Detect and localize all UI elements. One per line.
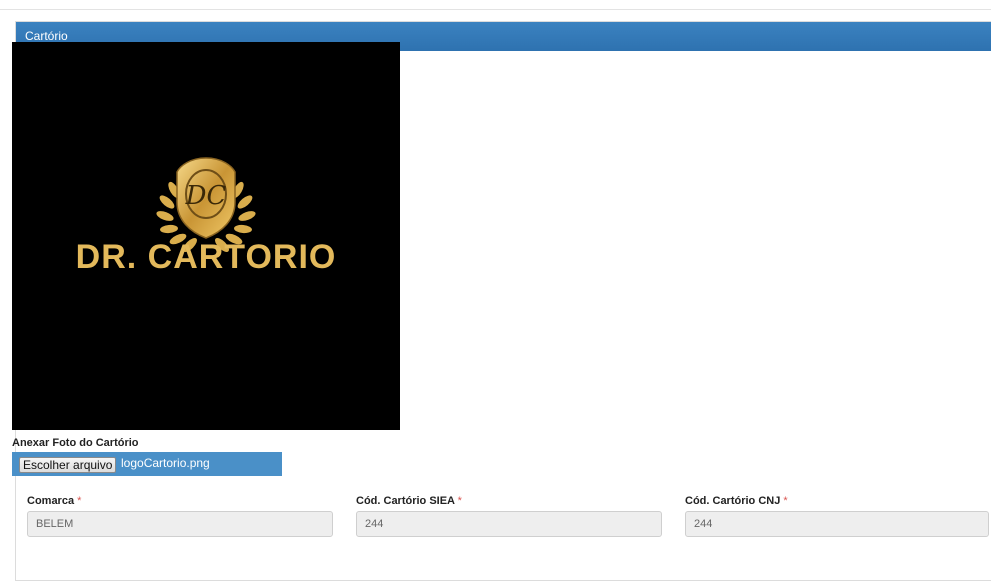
cod-cnj-label-text: Cód. Cartório CNJ [685, 495, 781, 507]
file-upload-input[interactable]: Escolher arquivo logoCartorio.png [12, 452, 282, 476]
required-star: * [783, 495, 788, 507]
cod-siea-label: Cód. Cartório SIEA * [356, 495, 462, 507]
comarca-label: Comarca * [27, 495, 81, 507]
attach-photo-label: Anexar Foto do Cartório [12, 437, 139, 449]
cartorio-logo-image: DC DR. CARTORIO [12, 42, 400, 430]
svg-text:DC: DC [185, 181, 227, 211]
comarca-label-text: Comarca [27, 495, 75, 507]
selected-file-name: logoCartorio.png [121, 456, 210, 470]
top-divider [0, 9, 991, 10]
cod-cnj-label: Cód. Cartório CNJ * [685, 495, 788, 507]
required-star: * [457, 495, 462, 507]
cod-siea-input[interactable]: 244 [356, 511, 662, 537]
logo-emblem-icon: DC [156, 157, 256, 252]
choose-file-button[interactable]: Escolher arquivo [19, 457, 117, 473]
comarca-input[interactable]: BELEM [27, 511, 333, 537]
cod-siea-label-text: Cód. Cartório SIEA [356, 495, 455, 507]
logo-text: DR. CARTORIO [75, 238, 337, 276]
cod-cnj-input[interactable]: 244 [685, 511, 989, 537]
required-star: * [77, 495, 82, 507]
